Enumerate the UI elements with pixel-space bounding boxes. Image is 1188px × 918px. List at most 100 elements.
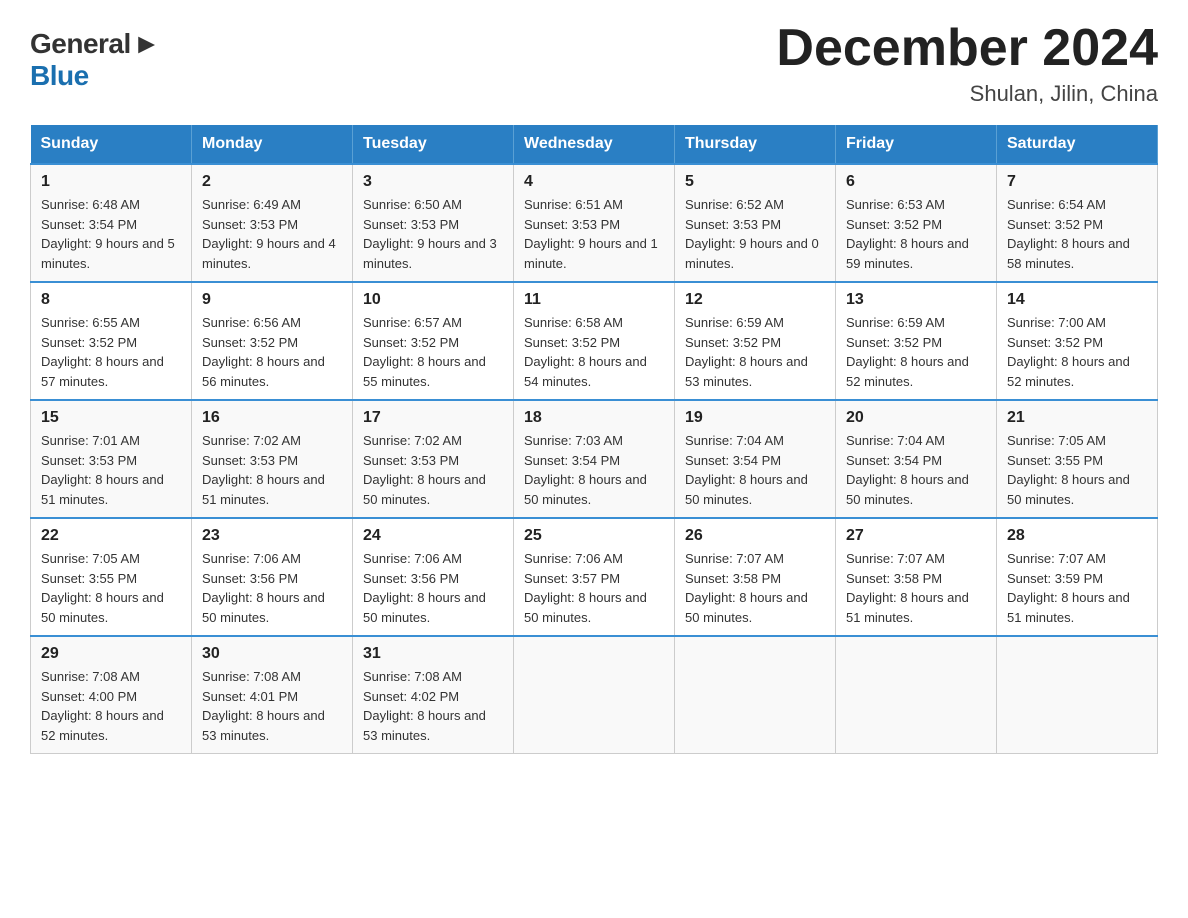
calendar-cell: 24 Sunrise: 7:06 AMSunset: 3:56 PMDayligh… — [353, 518, 514, 636]
day-info: Sunrise: 7:08 AMSunset: 4:01 PMDaylight:… — [202, 667, 342, 745]
calendar-cell: 23 Sunrise: 7:06 AMSunset: 3:56 PMDayligh… — [192, 518, 353, 636]
logo-triangle-icon: ► — [133, 28, 161, 60]
calendar-cell — [675, 636, 836, 754]
calendar-week-row: 1 Sunrise: 6:48 AMSunset: 3:54 PMDaylight… — [31, 164, 1158, 282]
day-number: 14 — [1007, 291, 1147, 309]
calendar-week-row: 29 Sunrise: 7:08 AMSunset: 4:00 PMDayligh… — [31, 636, 1158, 754]
day-info: Sunrise: 7:04 AMSunset: 3:54 PMDaylight:… — [846, 431, 986, 509]
day-info: Sunrise: 6:50 AMSunset: 3:53 PMDaylight:… — [363, 195, 503, 273]
day-info: Sunrise: 7:02 AMSunset: 3:53 PMDaylight:… — [202, 431, 342, 509]
title-block: December 2024 Shulan, Jilin, China — [776, 20, 1158, 107]
col-header-tuesday: Tuesday — [353, 125, 514, 164]
calendar-cell: 16 Sunrise: 7:02 AMSunset: 3:53 PMDayligh… — [192, 400, 353, 518]
logo: General ► Blue — [30, 28, 161, 92]
calendar-week-row: 15 Sunrise: 7:01 AMSunset: 3:53 PMDayligh… — [31, 400, 1158, 518]
day-number: 18 — [524, 409, 664, 427]
calendar-cell: 21Sunrise: 7:05 AMSunset: 3:55 PMDayligh… — [997, 400, 1158, 518]
calendar-cell: 13 Sunrise: 6:59 AMSunset: 3:52 PMDayligh… — [836, 282, 997, 400]
day-info: Sunrise: 7:06 AMSunset: 3:57 PMDaylight:… — [524, 549, 664, 627]
day-number: 22 — [41, 527, 181, 545]
calendar-table: SundayMondayTuesdayWednesdayThursdayFrid… — [30, 125, 1158, 754]
col-header-saturday: Saturday — [997, 125, 1158, 164]
day-info: Sunrise: 6:51 AMSunset: 3:53 PMDaylight:… — [524, 195, 664, 273]
day-info: Sunrise: 7:01 AMSunset: 3:53 PMDaylight:… — [41, 431, 181, 509]
day-number: 6 — [846, 173, 986, 191]
day-number: 11 — [524, 291, 664, 309]
day-info: Sunrise: 6:57 AMSunset: 3:52 PMDaylight:… — [363, 313, 503, 391]
day-number: 19 — [685, 409, 825, 427]
day-number: 12 — [685, 291, 825, 309]
col-header-wednesday: Wednesday — [514, 125, 675, 164]
calendar-cell: 10 Sunrise: 6:57 AMSunset: 3:52 PMDayligh… — [353, 282, 514, 400]
calendar-cell: 3 Sunrise: 6:50 AMSunset: 3:53 PMDaylight… — [353, 164, 514, 282]
day-number: 27 — [846, 527, 986, 545]
day-number: 28 — [1007, 527, 1147, 545]
month-title: December 2024 — [776, 20, 1158, 77]
day-number: 25 — [524, 527, 664, 545]
day-number: 24 — [363, 527, 503, 545]
day-number: 8 — [41, 291, 181, 309]
col-header-thursday: Thursday — [675, 125, 836, 164]
calendar-cell: 25 Sunrise: 7:06 AMSunset: 3:57 PMDayligh… — [514, 518, 675, 636]
calendar-cell: 26Sunrise: 7:07 AMSunset: 3:58 PMDayligh… — [675, 518, 836, 636]
day-info: Sunrise: 6:54 AMSunset: 3:52 PMDaylight:… — [1007, 195, 1147, 273]
calendar-cell: 4 Sunrise: 6:51 AMSunset: 3:53 PMDaylight… — [514, 164, 675, 282]
logo-blue-text: Blue — [30, 60, 89, 92]
day-info: Sunrise: 7:06 AMSunset: 3:56 PMDaylight:… — [202, 549, 342, 627]
day-number: 23 — [202, 527, 342, 545]
col-header-sunday: Sunday — [31, 125, 192, 164]
calendar-cell: 15 Sunrise: 7:01 AMSunset: 3:53 PMDayligh… — [31, 400, 192, 518]
page-header: General ► Blue December 2024 Shulan, Jil… — [30, 20, 1158, 107]
day-info: Sunrise: 6:52 AMSunset: 3:53 PMDaylight:… — [685, 195, 825, 273]
calendar-cell: 28Sunrise: 7:07 AMSunset: 3:59 PMDayligh… — [997, 518, 1158, 636]
day-number: 26 — [685, 527, 825, 545]
day-number: 2 — [202, 173, 342, 191]
day-number: 4 — [524, 173, 664, 191]
day-number: 3 — [363, 173, 503, 191]
day-number: 1 — [41, 173, 181, 191]
day-info: Sunrise: 7:05 AMSunset: 3:55 PMDaylight:… — [1007, 431, 1147, 509]
day-number: 10 — [363, 291, 503, 309]
day-number: 20 — [846, 409, 986, 427]
calendar-cell: 20 Sunrise: 7:04 AMSunset: 3:54 PMDayligh… — [836, 400, 997, 518]
calendar-cell: 29 Sunrise: 7:08 AMSunset: 4:00 PMDayligh… — [31, 636, 192, 754]
day-info: Sunrise: 6:58 AMSunset: 3:52 PMDaylight:… — [524, 313, 664, 391]
day-info: Sunrise: 6:48 AMSunset: 3:54 PMDaylight:… — [41, 195, 181, 273]
calendar-cell — [997, 636, 1158, 754]
calendar-cell: 17Sunrise: 7:02 AMSunset: 3:53 PMDayligh… — [353, 400, 514, 518]
day-info: Sunrise: 7:07 AMSunset: 3:58 PMDaylight:… — [846, 549, 986, 627]
day-info: Sunrise: 7:02 AMSunset: 3:53 PMDaylight:… — [363, 431, 503, 509]
day-info: Sunrise: 7:08 AMSunset: 4:00 PMDaylight:… — [41, 667, 181, 745]
day-info: Sunrise: 6:59 AMSunset: 3:52 PMDaylight:… — [846, 313, 986, 391]
calendar-cell: 30 Sunrise: 7:08 AMSunset: 4:01 PMDayligh… — [192, 636, 353, 754]
day-info: Sunrise: 7:06 AMSunset: 3:56 PMDaylight:… — [363, 549, 503, 627]
calendar-cell: 5Sunrise: 6:52 AMSunset: 3:53 PMDaylight… — [675, 164, 836, 282]
day-info: Sunrise: 6:49 AMSunset: 3:53 PMDaylight:… — [202, 195, 342, 273]
day-number: 7 — [1007, 173, 1147, 191]
day-number: 15 — [41, 409, 181, 427]
calendar-cell: 7 Sunrise: 6:54 AMSunset: 3:52 PMDaylight… — [997, 164, 1158, 282]
calendar-cell: 14 Sunrise: 7:00 AMSunset: 3:52 PMDayligh… — [997, 282, 1158, 400]
day-number: 31 — [363, 645, 503, 663]
calendar-week-row: 8Sunrise: 6:55 AMSunset: 3:52 PMDaylight… — [31, 282, 1158, 400]
day-number: 16 — [202, 409, 342, 427]
calendar-cell: 2 Sunrise: 6:49 AMSunset: 3:53 PMDaylight… — [192, 164, 353, 282]
calendar-cell: 6 Sunrise: 6:53 AMSunset: 3:52 PMDaylight… — [836, 164, 997, 282]
calendar-cell: 31 Sunrise: 7:08 AMSunset: 4:02 PMDayligh… — [353, 636, 514, 754]
day-info: Sunrise: 6:59 AMSunset: 3:52 PMDaylight:… — [685, 313, 825, 391]
day-number: 9 — [202, 291, 342, 309]
logo-general-text: General — [30, 28, 131, 60]
calendar-cell: 9Sunrise: 6:56 AMSunset: 3:52 PMDaylight… — [192, 282, 353, 400]
calendar-cell: 1 Sunrise: 6:48 AMSunset: 3:54 PMDaylight… — [31, 164, 192, 282]
day-info: Sunrise: 7:08 AMSunset: 4:02 PMDaylight:… — [363, 667, 503, 745]
day-number: 30 — [202, 645, 342, 663]
day-info: Sunrise: 7:00 AMSunset: 3:52 PMDaylight:… — [1007, 313, 1147, 391]
day-info: Sunrise: 7:05 AMSunset: 3:55 PMDaylight:… — [41, 549, 181, 627]
col-header-monday: Monday — [192, 125, 353, 164]
day-number: 29 — [41, 645, 181, 663]
calendar-cell: 12 Sunrise: 6:59 AMSunset: 3:52 PMDayligh… — [675, 282, 836, 400]
calendar-cell — [514, 636, 675, 754]
day-info: Sunrise: 6:53 AMSunset: 3:52 PMDaylight:… — [846, 195, 986, 273]
calendar-header-row: SundayMondayTuesdayWednesdayThursdayFrid… — [31, 125, 1158, 164]
day-number: 13 — [846, 291, 986, 309]
